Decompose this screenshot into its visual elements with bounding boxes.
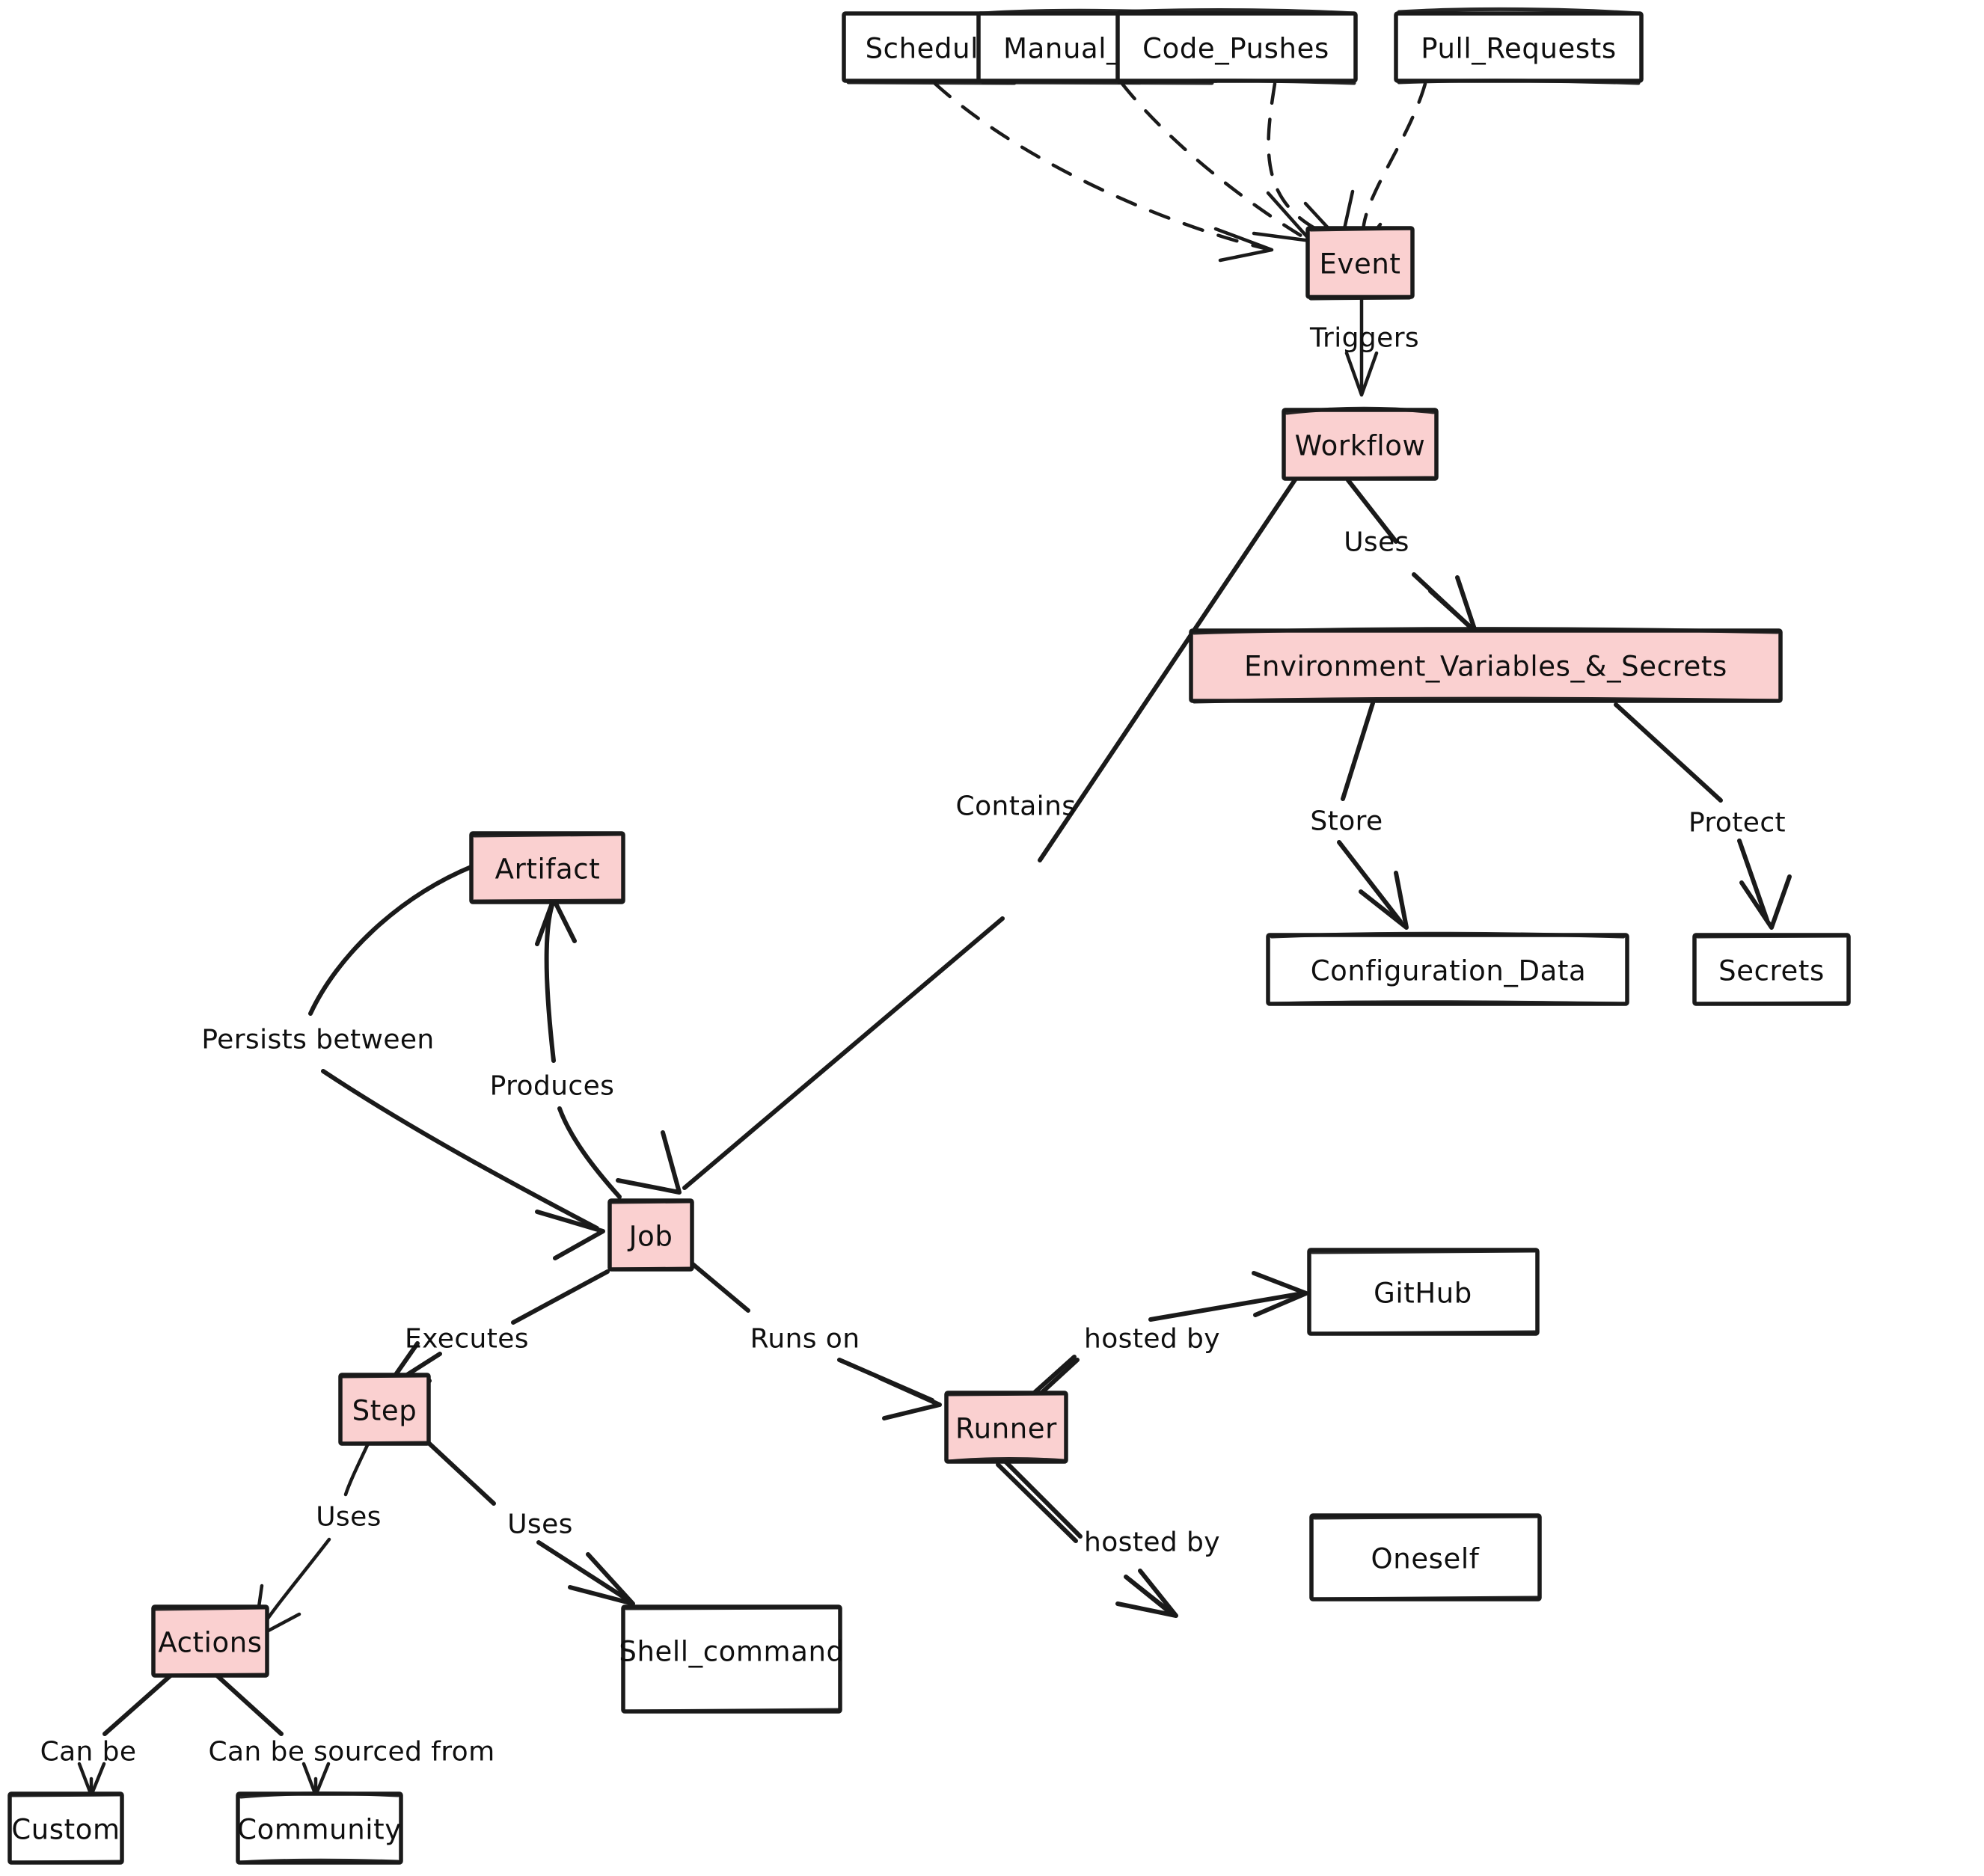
node-artifact[interactable]: Artifact bbox=[469, 831, 625, 904]
node-label-runner: Runner bbox=[955, 1413, 1057, 1445]
edge-actions-to-community: Can be sourced from bbox=[208, 1673, 495, 1797]
edge-schedule-to-event bbox=[933, 82, 1274, 263]
node-label-custom: Custom bbox=[11, 1814, 120, 1846]
edge-event-to-workflow: Triggers bbox=[1309, 295, 1419, 397]
node-label-configuration-data: Configuration_Data bbox=[1311, 955, 1587, 987]
edge-label-uses-actions: Uses bbox=[316, 1502, 382, 1533]
node-actions[interactable]: Actions bbox=[151, 1604, 269, 1678]
edge-runner-to-oneself: hosted by bbox=[996, 1456, 1220, 1618]
edge-label-can-be-sourced-from: Can be sourced from bbox=[208, 1737, 495, 1768]
edge-envsec-to-configdata: Store bbox=[1310, 701, 1409, 930]
node-job[interactable]: Job bbox=[607, 1198, 694, 1272]
node-label-job: Job bbox=[628, 1221, 673, 1253]
diagram-canvas: Triggers Uses Contains Store Protect Per… bbox=[0, 0, 1984, 1876]
edge-workflow-to-envsec: Uses bbox=[1344, 478, 1478, 634]
edge-label-store: Store bbox=[1310, 806, 1383, 837]
node-label-workflow: Workflow bbox=[1295, 430, 1426, 462]
edge-label-runs-on: Runs on bbox=[750, 1324, 860, 1355]
node-github[interactable]: GitHub bbox=[1307, 1248, 1540, 1336]
edge-label-hosted-by-github: hosted by bbox=[1084, 1324, 1220, 1355]
node-step[interactable]: Step bbox=[338, 1373, 431, 1446]
node-label-github: GitHub bbox=[1374, 1278, 1472, 1310]
edge-step-to-actions: Uses bbox=[252, 1441, 382, 1640]
edge-label-produces: Produces bbox=[490, 1071, 615, 1102]
node-label-artifact: Artifact bbox=[495, 853, 601, 886]
nodes-layer: Schedule Manual_Runs Code_Pushes Pull_Re… bbox=[7, 7, 1851, 1865]
node-label-schedule: Schedule bbox=[866, 33, 996, 65]
node-label-shell-command: Shell_command bbox=[619, 1636, 844, 1668]
edge-workflow-to-job: Contains bbox=[616, 476, 1298, 1195]
node-configuration-data[interactable]: Configuration_Data bbox=[1266, 931, 1629, 1006]
edge-label-hosted-by-oneself: hosted by bbox=[1084, 1527, 1220, 1558]
edge-manual-runs-to-event bbox=[1120, 82, 1313, 243]
node-pull-requests[interactable]: Pull_Requests bbox=[1394, 7, 1644, 85]
node-label-oneself: Oneself bbox=[1371, 1543, 1480, 1575]
edge-label-contains: Contains bbox=[956, 791, 1077, 822]
node-event[interactable]: Event bbox=[1305, 226, 1415, 301]
edge-step-to-shellcmd: Uses bbox=[427, 1441, 635, 1606]
node-label-secrets: Secrets bbox=[1718, 955, 1825, 987]
edge-label-uses-envsec: Uses bbox=[1344, 527, 1409, 558]
edge-job-to-artifact: Produces bbox=[490, 897, 622, 1199]
node-custom[interactable]: Custom bbox=[7, 1791, 124, 1865]
node-shell-command[interactable]: Shell_command bbox=[619, 1604, 844, 1714]
edge-actions-to-custom: Can be bbox=[40, 1673, 173, 1797]
node-community[interactable]: Community bbox=[236, 1791, 403, 1865]
node-oneself[interactable]: Oneself bbox=[1309, 1513, 1542, 1601]
edge-label-triggers: Triggers bbox=[1309, 323, 1419, 354]
node-runner[interactable]: Runner bbox=[944, 1391, 1068, 1464]
edge-label-protect: Protect bbox=[1688, 808, 1786, 839]
edge-label-uses-shell: Uses bbox=[507, 1509, 573, 1540]
edge-label-executes: Executes bbox=[405, 1324, 529, 1355]
edge-envsec-to-secrets: Protect bbox=[1614, 702, 1792, 930]
node-code-pushes[interactable]: Code_Pushes bbox=[1115, 8, 1358, 85]
edge-job-to-runner: Runs on bbox=[691, 1262, 942, 1420]
node-label-community: Community bbox=[237, 1814, 402, 1846]
node-label-environment-variables-and-secrets: Environment_Variables_&_Secrets bbox=[1244, 651, 1727, 683]
node-workflow[interactable]: Workflow bbox=[1282, 406, 1439, 481]
node-label-pull-requests: Pull_Requests bbox=[1421, 33, 1617, 65]
node-environment-variables-and-secrets[interactable]: Environment_Variables_&_Secrets bbox=[1189, 627, 1783, 704]
diagram-svg: Triggers Uses Contains Store Protect Per… bbox=[7, 7, 1851, 1865]
node-label-step: Step bbox=[352, 1395, 417, 1427]
edge-label-can-be: Can be bbox=[40, 1737, 137, 1768]
node-label-actions: Actions bbox=[158, 1627, 262, 1659]
node-label-event: Event bbox=[1320, 248, 1401, 281]
node-label-code-pushes: Code_Pushes bbox=[1142, 33, 1329, 65]
node-secrets[interactable]: Secrets bbox=[1692, 933, 1851, 1006]
edge-code-pushes-to-event bbox=[1267, 82, 1355, 245]
edge-label-persists-between: Persists between bbox=[201, 1025, 434, 1055]
